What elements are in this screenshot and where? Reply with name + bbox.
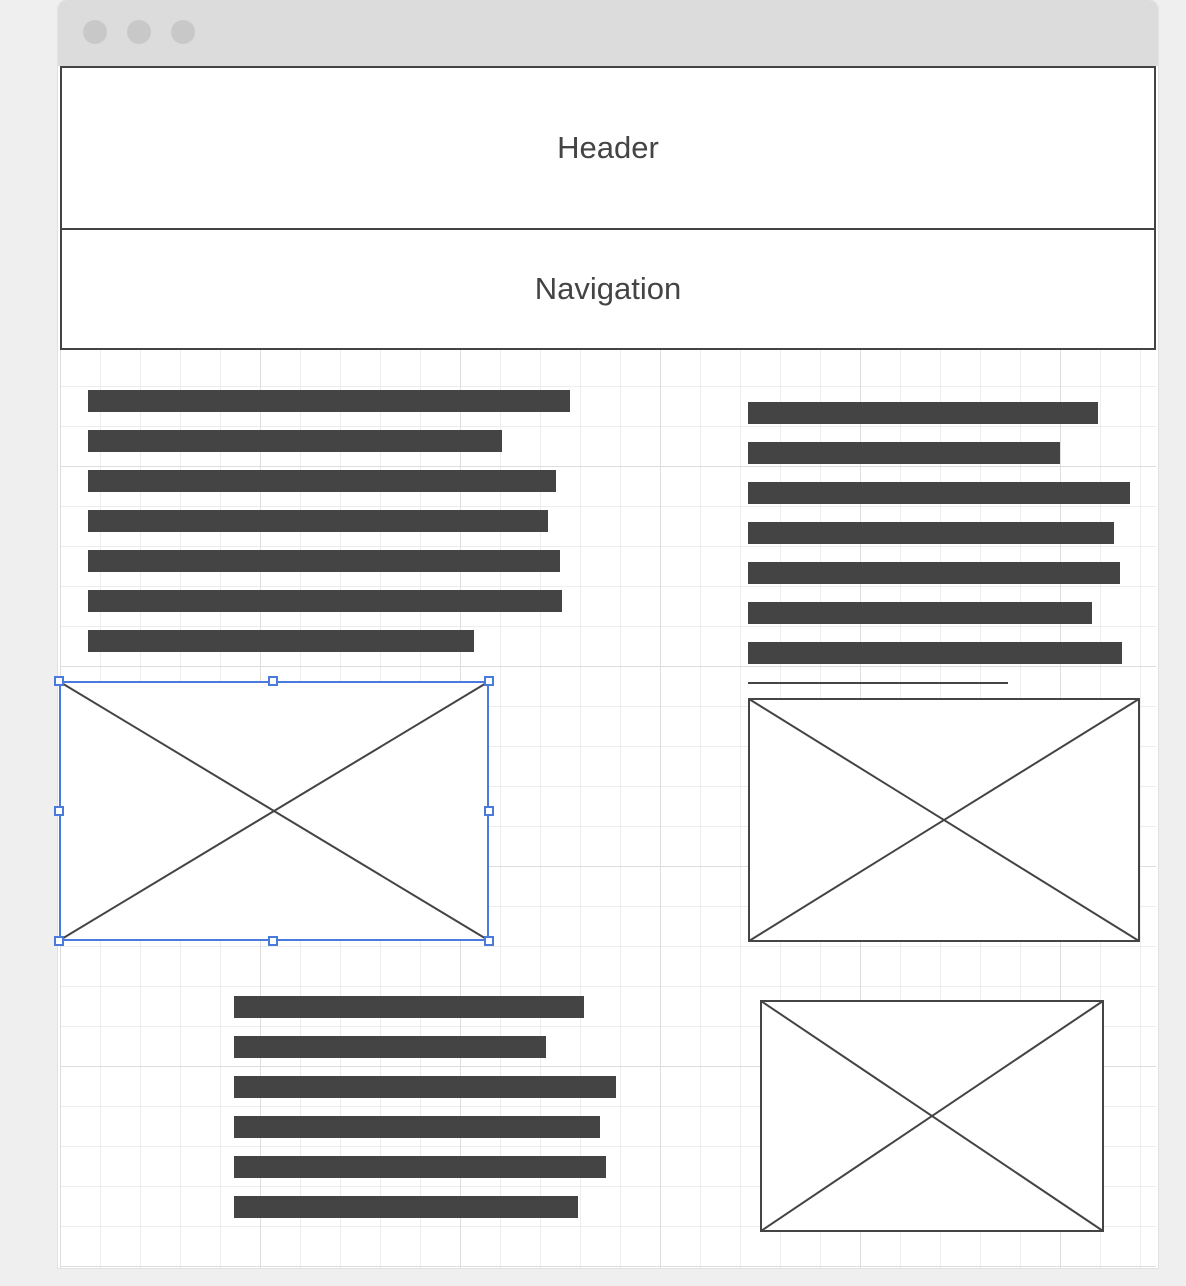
text-line-placeholder[interactable] [88,550,560,572]
resize-handle-top[interactable] [268,676,278,686]
text-line-placeholder[interactable] [234,1076,616,1098]
image-placeholder-selected[interactable] [59,681,489,941]
resize-handle-bottom-left[interactable] [54,936,64,946]
image-placeholder[interactable] [748,698,1140,942]
text-line-placeholder[interactable] [748,522,1114,544]
text-line-placeholder[interactable] [88,510,548,532]
resize-handle-bottom-right[interactable] [484,936,494,946]
resize-handle-bottom[interactable] [268,936,278,946]
text-line-placeholder[interactable] [88,430,502,452]
horizontal-rule[interactable] [748,682,1008,684]
text-line-placeholder[interactable] [748,642,1122,664]
text-line-placeholder[interactable] [748,482,1130,504]
text-line-placeholder[interactable] [88,590,562,612]
text-line-placeholder[interactable] [88,630,474,652]
navigation-label: Navigation [534,271,682,306]
text-line-placeholder[interactable] [748,562,1120,584]
resize-handle-right[interactable] [484,806,494,816]
resize-handle-top-right[interactable] [484,676,494,686]
resize-handle-top-left[interactable] [54,676,64,686]
header-block[interactable]: Header [60,66,1156,230]
text-line-placeholder[interactable] [234,1036,546,1058]
maximize-dot[interactable] [171,20,195,44]
text-line-placeholder[interactable] [88,470,556,492]
text-line-placeholder[interactable] [748,442,1060,464]
text-line-placeholder[interactable] [234,1196,578,1218]
navigation-block[interactable]: Navigation [60,228,1156,350]
text-line-placeholder[interactable] [748,602,1092,624]
window-titlebar [58,0,1158,66]
text-line-placeholder[interactable] [234,996,584,1018]
text-line-placeholder[interactable] [234,1156,606,1178]
minimize-dot[interactable] [127,20,151,44]
text-line-placeholder[interactable] [88,390,570,412]
resize-handle-left[interactable] [54,806,64,816]
image-placeholder[interactable] [760,1000,1104,1232]
close-dot[interactable] [83,20,107,44]
header-label: Header [557,130,659,165]
text-line-placeholder[interactable] [748,402,1098,424]
text-line-placeholder[interactable] [234,1116,600,1138]
